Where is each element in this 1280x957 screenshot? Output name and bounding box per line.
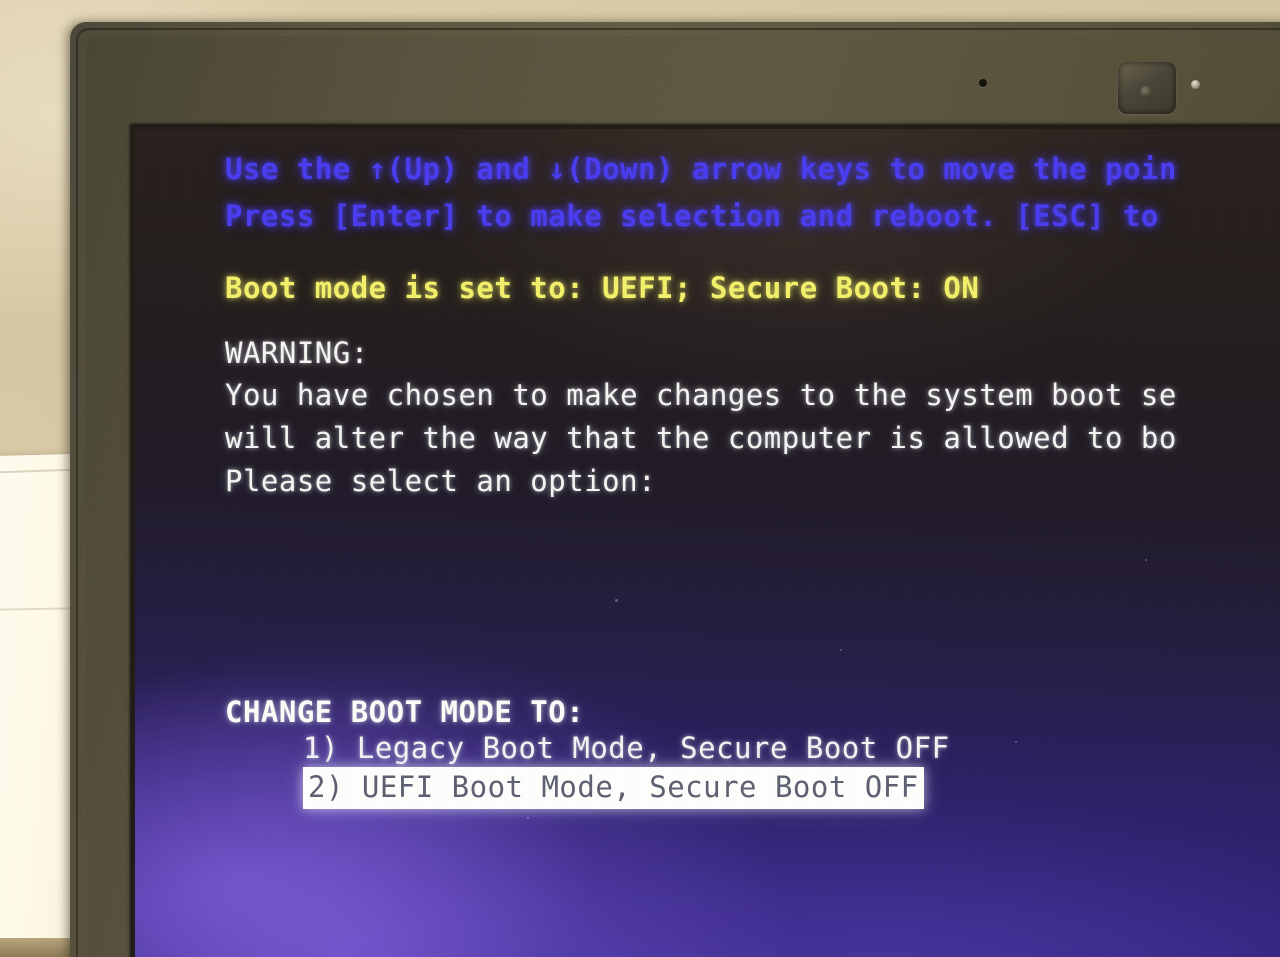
warning-heading: WARNING: — [225, 336, 369, 370]
photo-scene: Use the ↑(Up) and ↓(Down) arrow keys to … — [0, 0, 1280, 957]
menu-option-legacy-boot[interactable]: 1) Legacy Boot Mode, Secure Boot OFF — [303, 730, 950, 766]
instruction-line-1: Use the ↑(Up) and ↓(Down) arrow keys to … — [225, 152, 1177, 186]
webcam-lens-icon — [1140, 86, 1153, 99]
dust-speck — [1015, 741, 1017, 743]
select-option-prompt: Please select an option: — [225, 464, 657, 498]
dust-speck — [1145, 559, 1147, 561]
camera-status-led — [1191, 80, 1200, 89]
display-panel: Use the ↑(Up) and ↓(Down) arrow keys to … — [132, 126, 1280, 957]
display-surface: Use the ↑(Up) and ↓(Down) arrow keys to … — [135, 129, 1280, 957]
instruction-line-2: Press [Enter] to make selection and rebo… — [225, 199, 1159, 233]
dust-speck — [840, 649, 842, 651]
warning-body-line-2: will alter the way that the computer is … — [225, 421, 1177, 455]
boot-mode-status-line: Boot mode is set to: UEFI; Secure Boot: … — [225, 271, 980, 305]
warning-body-line-1: You have chosen to make changes to the s… — [225, 378, 1177, 412]
menu-heading: CHANGE BOOT MODE TO: — [225, 695, 585, 729]
dust-speck — [527, 817, 529, 819]
bios-console: Use the ↑(Up) and ↓(Down) arrow keys to … — [135, 129, 1280, 957]
microphone-hole-left — [979, 79, 987, 87]
dust-speck — [615, 599, 618, 602]
menu-option-uefi-boot-selected[interactable]: 2) UEFI Boot Mode, Secure Boot OFF — [303, 767, 924, 809]
